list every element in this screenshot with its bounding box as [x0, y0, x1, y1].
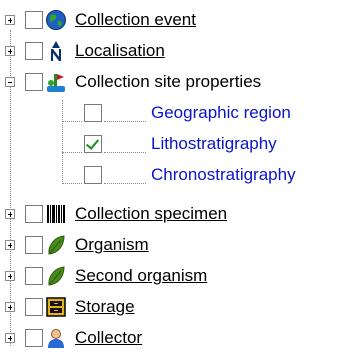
tree-node-collector[interactable]: Collector [0, 323, 344, 353]
checkbox[interactable] [25, 267, 43, 285]
node-label[interactable]: Lithostratigraphy [151, 134, 277, 154]
node-label[interactable]: Collection specimen [75, 204, 227, 224]
node-label[interactable]: Organism [75, 235, 149, 255]
tree-view: Collection event Localisation Collection… [0, 0, 344, 353]
node-label[interactable]: Collection site properties [75, 72, 261, 92]
checkbox[interactable] [25, 205, 43, 223]
tree-node-lithostratigraphy[interactable]: Lithostratigraphy [0, 129, 344, 159]
checkbox[interactable] [25, 11, 43, 29]
expand-button[interactable] [5, 209, 15, 219]
checkbox[interactable] [84, 166, 102, 184]
storage-cabinet-icon [45, 296, 67, 318]
north-arrow-icon [45, 40, 67, 62]
node-label[interactable]: Geographic region [151, 103, 291, 123]
leaf-icon [45, 234, 67, 256]
tree-node-organism[interactable]: Organism [0, 230, 344, 260]
site-properties-icon [45, 71, 67, 93]
expand-button[interactable] [5, 333, 15, 343]
tree-node-storage[interactable]: Storage [0, 292, 344, 322]
expand-button[interactable] [5, 302, 15, 312]
node-label[interactable]: Second organism [75, 266, 207, 286]
expand-button[interactable] [5, 46, 15, 56]
checkbox[interactable] [25, 42, 43, 60]
checkbox-checked[interactable] [84, 135, 102, 153]
tree-node-localisation[interactable]: Localisation [0, 36, 344, 66]
node-label[interactable]: Collector [75, 328, 142, 348]
globe-icon [45, 9, 67, 31]
expand-button[interactable] [5, 271, 15, 281]
collapse-button[interactable] [5, 77, 15, 87]
tree-node-collection-site-properties[interactable]: Collection site properties [0, 67, 344, 97]
checkbox[interactable] [25, 236, 43, 254]
person-icon [45, 327, 67, 349]
checkbox[interactable] [25, 298, 43, 316]
node-label[interactable]: Collection event [75, 10, 196, 30]
tree-node-geographic-region[interactable]: Geographic region [0, 98, 344, 128]
tree-node-chronostratigraphy[interactable]: Chronostratigraphy [0, 160, 344, 190]
checkbox[interactable] [25, 329, 43, 347]
checkbox[interactable] [84, 104, 102, 122]
node-label[interactable]: Chronostratigraphy [151, 165, 296, 185]
tree-node-collection-specimen[interactable]: Collection specimen [0, 199, 344, 229]
expand-button[interactable] [5, 15, 15, 25]
tree-node-collection-event[interactable]: Collection event [0, 5, 344, 35]
node-label[interactable]: Storage [75, 297, 135, 317]
node-label[interactable]: Localisation [75, 41, 165, 61]
leaf-icon [45, 265, 67, 287]
barcode-icon [45, 203, 67, 225]
tree-node-second-organism[interactable]: Second organism [0, 261, 344, 291]
expand-button[interactable] [5, 240, 15, 250]
checkbox[interactable] [25, 73, 43, 91]
